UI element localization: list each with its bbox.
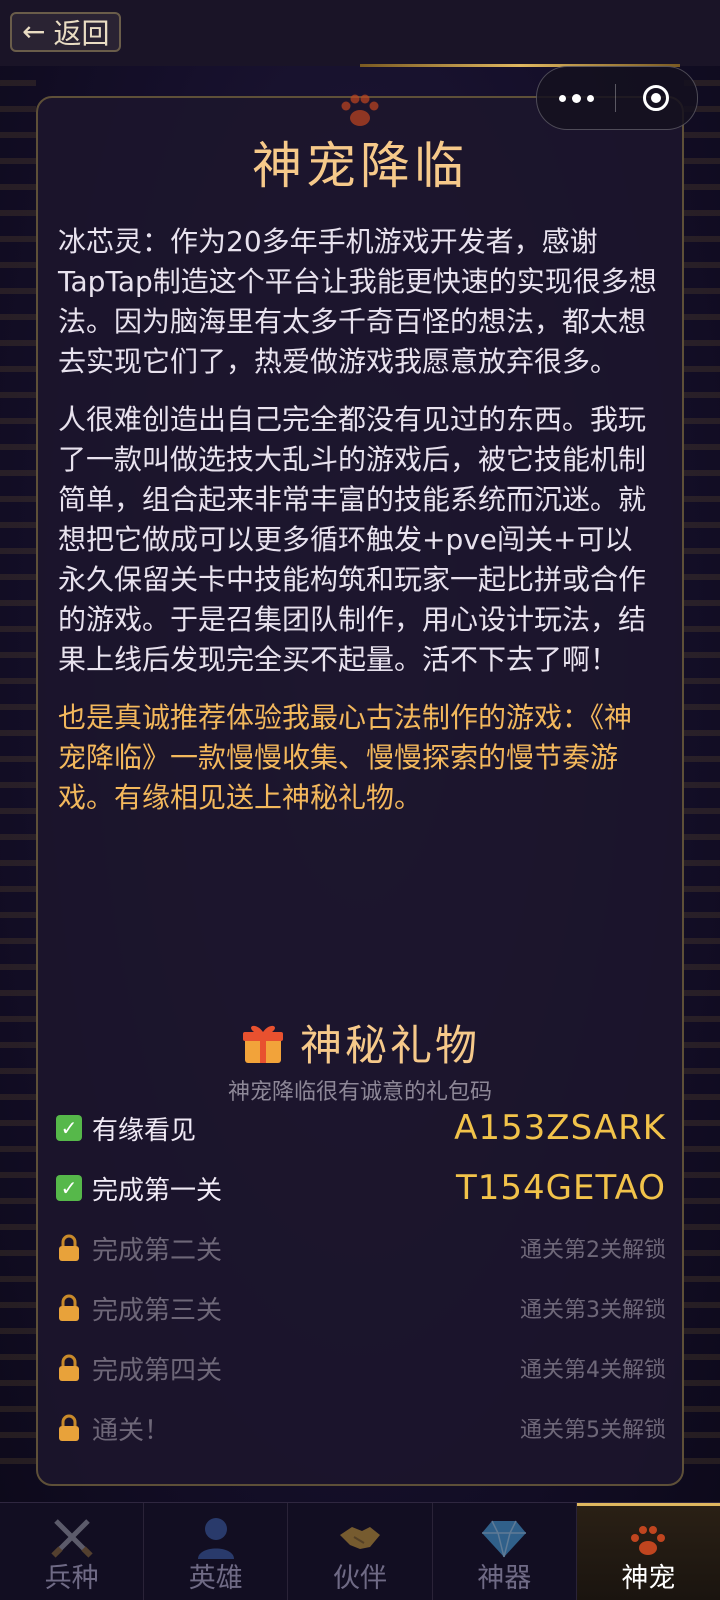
paw-icon	[341, 94, 379, 126]
target-icon	[643, 85, 669, 111]
gift-icon	[242, 1025, 283, 1063]
page-title: 神宠降临	[252, 137, 468, 195]
reward-row: 完成第三关 通关第3关解锁	[56, 1278, 666, 1338]
reward-label: 有缘看见	[92, 1115, 197, 1146]
top-bar: ← 返回	[0, 0, 720, 66]
lock-icon	[59, 1294, 79, 1321]
gift-header: 神秘礼物	[36, 1012, 684, 1073]
tab-yingxiong[interactable]: 英雄	[144, 1503, 289, 1600]
back-button[interactable]: ← 返回	[10, 12, 122, 52]
reward-label: 完成第四关	[92, 1355, 223, 1386]
unlock-hint: 通关第2关解锁	[520, 1238, 666, 1263]
reward-row: 完成第二关 通关第2关解锁	[56, 1218, 666, 1278]
lock-icon	[59, 1354, 79, 1381]
ornament-border-left	[0, 80, 36, 1480]
hero-silhouette-icon	[197, 1518, 234, 1559]
unlock-hint: 通关第4关解锁	[520, 1358, 666, 1383]
reward-row: ✓ 完成第一关 T154GETAO	[56, 1158, 666, 1218]
lock-icon	[59, 1234, 79, 1261]
bottom-tab-bar: 兵种 英雄 伙伴 神器 神宠	[0, 1502, 720, 1600]
reward-list: ✓ 有缘看见 A153ZSARK ✓ 完成第一关 T154GETAO 完成第二关…	[56, 1098, 666, 1458]
handshake-icon	[340, 1527, 380, 1549]
back-arrow-icon: ←	[22, 15, 46, 48]
tab-label: 神器	[477, 1563, 532, 1594]
reward-label: 完成第一关	[92, 1175, 223, 1206]
story-paragraph-2: 人很难创造出自己完全都没有见过的东西。我玩了一款叫做选技大乱斗的游戏后，被它技能…	[58, 403, 647, 676]
tab-shenqi[interactable]: 神器	[433, 1503, 577, 1600]
close-mini-program-button[interactable]	[616, 67, 696, 129]
mini-program-capsule	[536, 66, 698, 130]
reward-code[interactable]: A153ZSARK	[454, 1108, 666, 1148]
reward-label: 完成第二关	[92, 1235, 223, 1266]
reward-row: 通关！ 通关第5关解锁	[56, 1398, 666, 1458]
gift-title: 神秘礼物	[299, 1021, 480, 1070]
story-paragraph-1: 冰芯灵：作为20多年手机游戏开发者，感谢TapTap制造这个平台让我能更快速的实…	[58, 225, 657, 378]
reward-label: 完成第三关	[92, 1295, 223, 1326]
story-text: 冰芯灵：作为20多年手机游戏开发者，感谢TapTap制造这个平台让我能更快速的实…	[58, 222, 658, 836]
tab-label: 英雄	[188, 1563, 243, 1594]
tab-label: 神宠	[621, 1563, 676, 1594]
ornament-border-right	[684, 80, 720, 1480]
reward-row: 完成第四关 通关第4关解锁	[56, 1338, 666, 1398]
tab-huoban[interactable]: 伙伴	[288, 1503, 433, 1600]
unlock-hint: 通关第5关解锁	[520, 1418, 666, 1443]
more-dots-icon	[558, 94, 566, 102]
tab-shenchong[interactable]: 神宠	[576, 1503, 720, 1600]
lock-icon	[59, 1414, 79, 1441]
reward-code[interactable]: T154GETAO	[456, 1168, 666, 1208]
tab-label: 兵种	[44, 1563, 99, 1594]
back-label: 返回	[53, 17, 110, 50]
more-menu-button[interactable]	[537, 67, 615, 129]
unlock-hint: 通关第3关解锁	[520, 1298, 666, 1323]
crossed-swords-icon	[50, 1519, 93, 1558]
story-paragraph-3: 也是真诚推荐体验我最心古法制作的游戏：《神宠降临》一款慢慢收集、慢慢探索的慢节奏…	[58, 701, 633, 814]
tab-bingzhong[interactable]: 兵种	[0, 1503, 145, 1600]
reward-row: ✓ 有缘看见 A153ZSARK	[56, 1098, 666, 1158]
check-icon: ✓	[56, 1115, 82, 1141]
reward-label: 通关！	[92, 1415, 171, 1446]
check-icon: ✓	[56, 1175, 82, 1201]
page: ← 返回 神宠降临 冰芯灵：作为20多年手机游戏开发者，感谢TapTap制造这个…	[0, 0, 720, 1600]
diamond-icon	[482, 1520, 527, 1558]
tab-label: 伙伴	[333, 1563, 387, 1594]
